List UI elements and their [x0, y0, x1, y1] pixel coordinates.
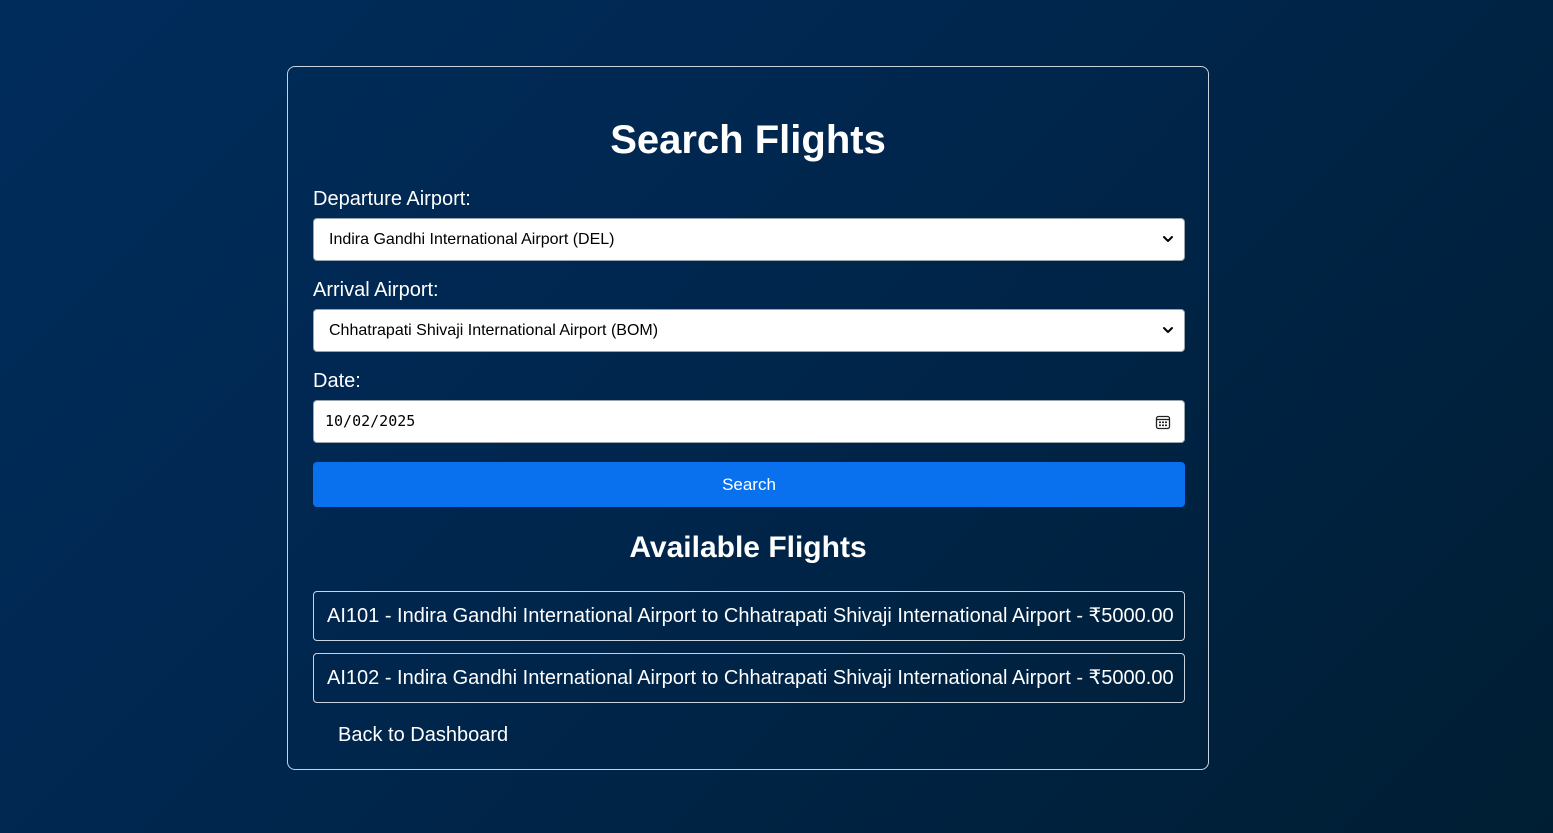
- departure-select[interactable]: Indira Gandhi International Airport (DEL…: [313, 218, 1185, 261]
- flight-list-item[interactable]: AI101 - Indira Gandhi International Airp…: [313, 591, 1185, 641]
- arrival-label: Arrival Airport:: [313, 279, 439, 301]
- chevron-down-icon: [1163, 236, 1173, 242]
- flight-list-item[interactable]: AI102 - Indira Gandhi International Airp…: [313, 653, 1185, 703]
- search-button[interactable]: Search: [313, 462, 1185, 507]
- available-flights-title: Available Flights: [629, 531, 867, 564]
- arrival-select[interactable]: Chhatrapati Shivaji International Airpor…: [313, 309, 1185, 352]
- page-title: Search Flights: [610, 118, 886, 162]
- calendar-icon[interactable]: [1155, 414, 1171, 430]
- departure-selected-value: Indira Gandhi International Airport (DEL…: [329, 231, 615, 248]
- date-label: Date:: [313, 370, 361, 392]
- chevron-down-icon: [1163, 327, 1173, 333]
- departure-label: Departure Airport:: [313, 188, 471, 210]
- search-card: Search Flights Departure Airport: Indira…: [287, 66, 1209, 770]
- back-to-dashboard-link[interactable]: Back to Dashboard: [338, 723, 508, 747]
- arrival-selected-value: Chhatrapati Shivaji International Airpor…: [329, 322, 659, 339]
- date-input[interactable]: 10/02/2025: [313, 400, 1185, 443]
- date-value: 10/02/2025: [325, 412, 416, 430]
